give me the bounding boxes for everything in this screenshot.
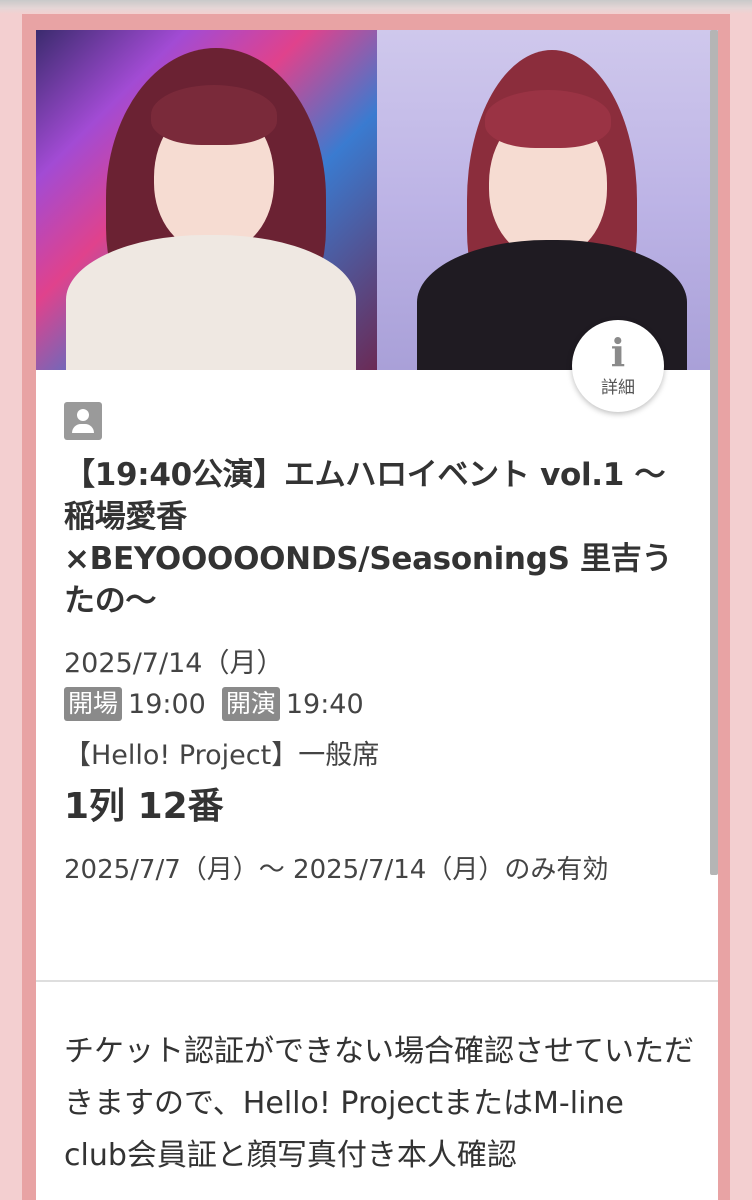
event-title: 【19:40公演】エムハロイベント vol.1 〜稲場愛香 ×BEYOOOOON… — [64, 457, 673, 619]
event-date: 2025/7/14（月） — [64, 648, 284, 679]
details-label: 詳細 — [601, 377, 635, 398]
artist-photo-right — [377, 30, 718, 370]
open-tag: 開場 — [64, 687, 123, 721]
start-tag: 開演 — [221, 687, 280, 721]
verification-notice: チケット認証ができない場合確認させていただきますので、Hello! Projec… — [64, 1034, 694, 1173]
info-icon: i — [610, 329, 626, 375]
ticket-details: 【19:40公演】エムハロイベント vol.1 〜稲場愛香 ×BEYOOOOON… — [36, 370, 718, 888]
open-time: 19:00 — [128, 688, 206, 720]
seat-type: 【Hello! Project】一般席 — [64, 740, 380, 771]
event-times: 開場 19:00 開演 19:40 — [64, 684, 690, 724]
ticket-card: 【19:40公演】エムハロイベント vol.1 〜稲場愛香 ×BEYOOOOON… — [36, 30, 718, 1200]
seat-number: 1列 12番 — [64, 786, 224, 827]
valid-period: 2025/7/7（月）～ 2025/7/14（月）のみ有効 — [64, 855, 609, 885]
person-icon — [64, 402, 102, 440]
top-shadow — [0, 0, 752, 14]
artist-photo-left — [36, 30, 377, 370]
hero-images — [36, 30, 718, 370]
scrollbar-track[interactable] — [710, 30, 718, 875]
start-time: 19:40 — [285, 688, 364, 720]
section-divider — [36, 980, 718, 982]
details-button[interactable]: i 詳細 — [572, 320, 664, 412]
